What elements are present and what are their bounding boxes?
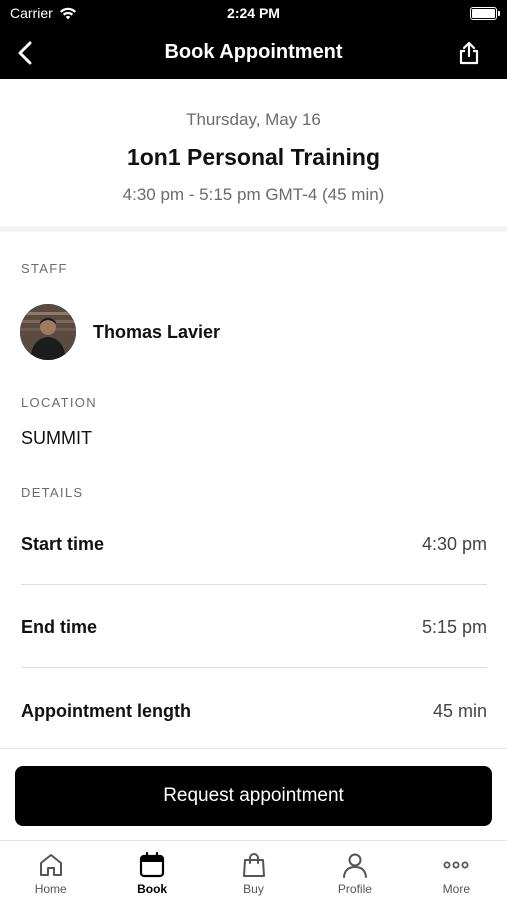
tab-label: Home [34,882,67,896]
staff-name: Thomas Lavier [93,321,221,342]
more-icon [441,850,471,880]
tab-more[interactable]: More [406,841,507,900]
tab-label: Book [137,882,168,896]
service-name: 1on1 Personal Training [126,144,381,170]
detail-row-appointment-length: Appointment length 45 min [21,670,487,753]
share-button[interactable] [455,39,483,67]
location-section-label: LOCATION [21,395,97,410]
tab-profile[interactable]: Profile [304,841,405,900]
tab-label: Profile [337,882,372,896]
tab-buy[interactable]: Buy [203,841,304,900]
detail-row-start-time: Start time 4:30 pm [21,503,487,586]
request-appointment-button[interactable]: Request appointment [15,766,492,826]
detail-value: 5:15 pm [421,617,487,637]
staff-section-label: STAFF [21,261,68,276]
appointment-time-range: 4:30 pm - 5:15 pm GMT-4 (45 min) [122,185,385,204]
detail-label: Start time [21,534,105,554]
detail-value: 45 min [432,701,487,721]
staff-row: Thomas Lavier [20,304,220,360]
share-icon [459,41,479,65]
home-icon [36,850,66,880]
avatar [20,304,76,360]
appointment-summary: Thursday, May 16 1on1 Personal Training … [0,79,507,229]
location-value: SUMMIT [21,428,92,448]
status-time: 2:24 PM [227,5,280,21]
detail-value: 4:30 pm [421,534,487,554]
tab-label: Buy [243,882,264,896]
staff-photo [20,304,76,360]
tab-book[interactable]: Book [101,841,202,900]
battery-icon [470,7,500,20]
navigation-bar: Book Appointment [0,28,507,79]
tab-home[interactable]: Home [0,841,101,900]
detail-label: End time [21,617,98,637]
detail-label: Appointment length [21,701,191,721]
divider [21,584,487,585]
divider [21,667,487,668]
calendar-icon [137,850,167,880]
detail-row-end-time: End time 5:15 pm [21,586,487,669]
details-section-label: DETAILS [21,485,84,500]
cta-area: Request appointment [0,748,507,840]
tab-label: More [442,882,470,896]
section-separator [0,226,507,232]
tab-bar: Home Book Buy Profile More [0,840,507,900]
page-title: Book Appointment [164,41,343,63]
shopping-bag-icon [239,850,269,880]
appointment-date: Thursday, May 16 [186,110,321,129]
status-bar: Carrier 2:24 PM [0,0,507,28]
person-icon [340,850,370,880]
